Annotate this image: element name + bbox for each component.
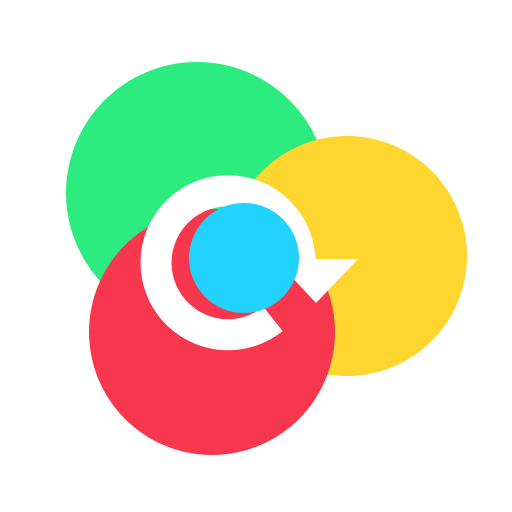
- app-logo: [0, 0, 512, 512]
- center-dot: [189, 203, 299, 313]
